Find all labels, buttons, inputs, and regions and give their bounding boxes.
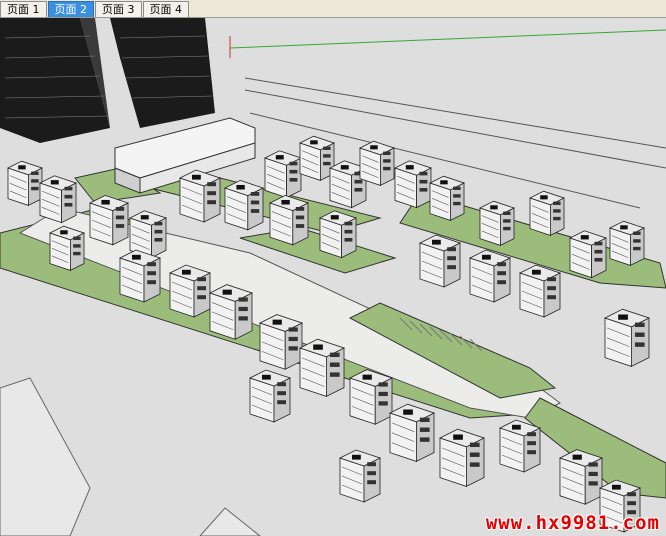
residential-building bbox=[88, 194, 130, 246]
page-tab-bar: 页面 1 页面 2 页面 3 页面 4 bbox=[0, 0, 666, 18]
residential-building bbox=[393, 160, 433, 209]
residential-building bbox=[168, 264, 212, 318]
tab-page-4[interactable]: 页面 4 bbox=[142, 1, 189, 17]
3d-model-viewport[interactable] bbox=[0, 18, 666, 536]
residential-building bbox=[428, 175, 466, 222]
residential-building bbox=[608, 220, 646, 267]
residential-building bbox=[348, 369, 394, 425]
residential-building bbox=[6, 160, 44, 207]
tab-page-2[interactable]: 页面 2 bbox=[47, 1, 94, 17]
residential-building bbox=[318, 210, 358, 259]
residential-building bbox=[118, 249, 162, 303]
residential-building bbox=[358, 140, 396, 187]
residential-building bbox=[48, 225, 86, 272]
high-rise-tower-left bbox=[0, 18, 110, 143]
residential-building bbox=[603, 308, 651, 368]
residential-building bbox=[263, 150, 303, 199]
residential-building bbox=[248, 369, 292, 423]
residential-building bbox=[298, 338, 346, 398]
residential-building bbox=[518, 264, 562, 318]
residential-building bbox=[388, 403, 436, 463]
residential-building bbox=[178, 169, 222, 223]
residential-building bbox=[418, 234, 462, 288]
tab-page-3[interactable]: 页面 3 bbox=[95, 1, 142, 17]
residential-building bbox=[498, 419, 542, 473]
residential-building bbox=[528, 190, 566, 237]
tab-page-1[interactable]: 页面 1 bbox=[0, 1, 47, 17]
model-scene[interactable] bbox=[0, 18, 666, 536]
residential-building bbox=[568, 230, 608, 279]
residential-building bbox=[208, 284, 254, 340]
residential-building bbox=[478, 200, 516, 247]
residential-building bbox=[338, 449, 382, 503]
residential-building bbox=[268, 194, 310, 246]
residential-building bbox=[298, 135, 336, 182]
residential-building bbox=[558, 449, 604, 505]
residential-building bbox=[468, 249, 512, 303]
residential-building bbox=[438, 428, 486, 488]
residential-building bbox=[258, 314, 304, 370]
residential-building bbox=[38, 175, 78, 224]
residential-building bbox=[223, 179, 265, 231]
site-watermark: www.hx9981.com bbox=[485, 512, 660, 534]
